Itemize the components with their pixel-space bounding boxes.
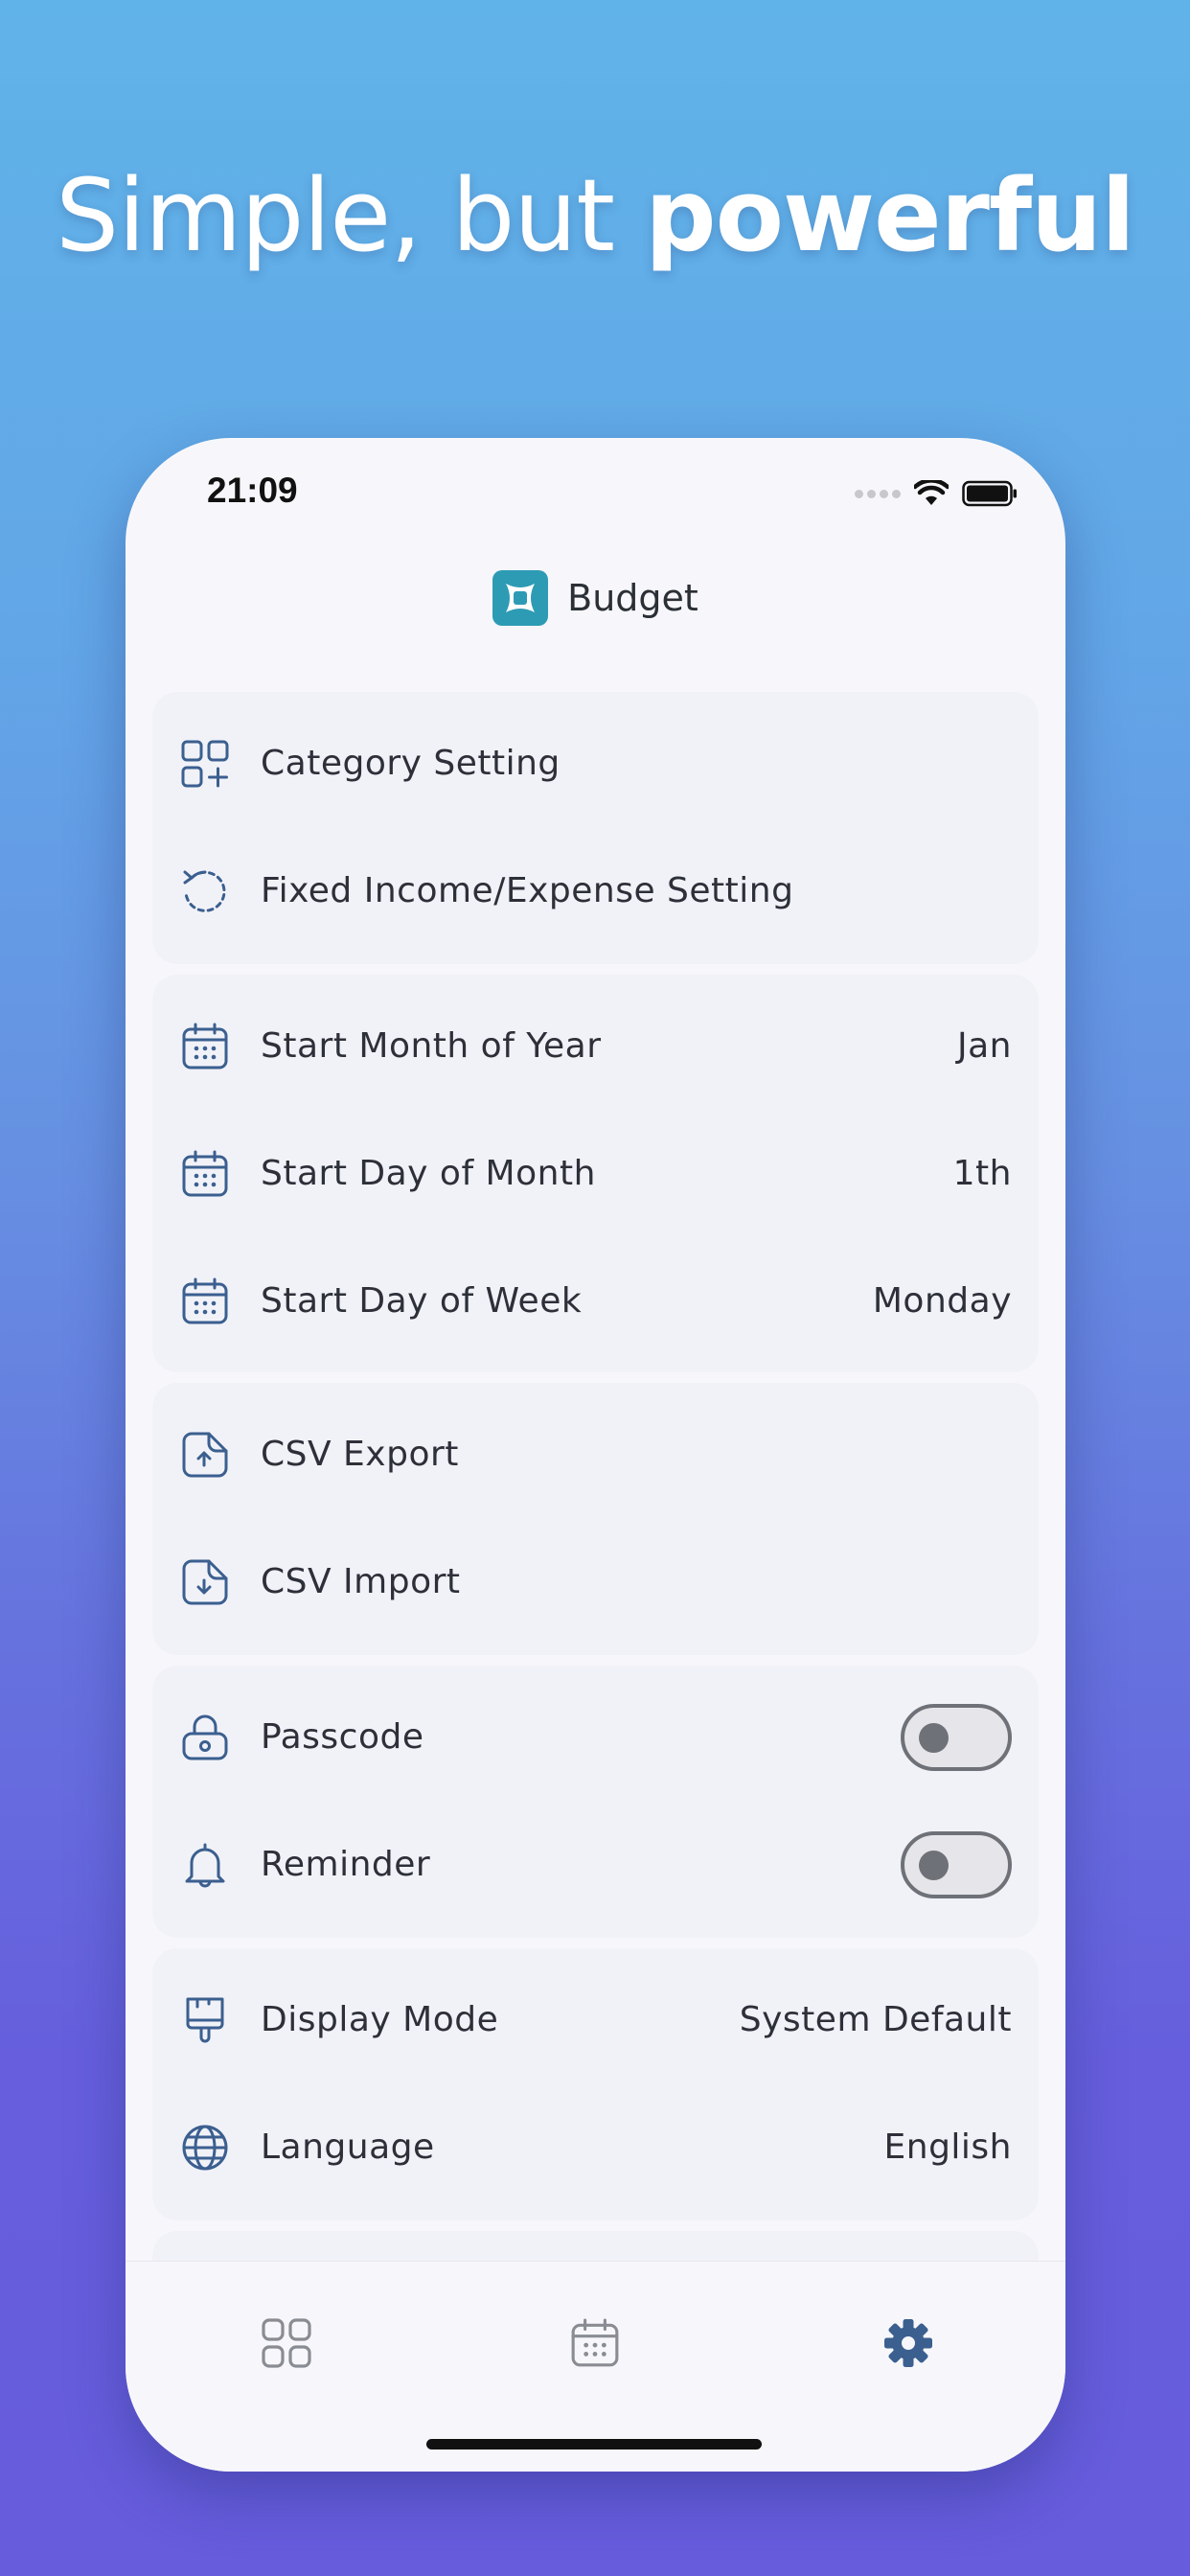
row-fixed-income-expense[interactable]: Fixed Income/Expense Setting xyxy=(152,827,1039,954)
card-security: Passcode Reminder xyxy=(152,1666,1039,1938)
row-label: Display Mode xyxy=(261,2000,499,2039)
card-general: Category Setting Fixed Income/Expense Se… xyxy=(152,692,1039,964)
row-category-setting[interactable]: Category Setting xyxy=(152,700,1039,827)
calendar-icon xyxy=(179,1021,231,1072)
row-value: English xyxy=(883,2128,1012,2167)
battery-icon xyxy=(962,480,1017,507)
row-label: Reminder xyxy=(261,1845,431,1884)
row-label: CSV Export xyxy=(261,1435,459,1474)
app-header: Budget xyxy=(126,570,1065,626)
row-start-month-of-year[interactable]: Start Month of Year Jan xyxy=(152,982,1039,1110)
row-label: CSV Import xyxy=(261,1562,461,1601)
card-dates: Start Month of Year Jan Start Day of Mon… xyxy=(152,975,1039,1372)
tab-dashboard[interactable] xyxy=(253,2310,320,2377)
row-start-day-of-week[interactable]: Start Day of Week Monday xyxy=(152,1237,1039,1365)
toggle-knob xyxy=(919,1850,949,1880)
row-label: Category Setting xyxy=(261,744,561,783)
headline-regular: Simple, but xyxy=(56,157,646,274)
tab-calendar[interactable] xyxy=(561,2310,629,2377)
row-language[interactable]: Language English xyxy=(152,2083,1039,2211)
calendar-icon xyxy=(179,1276,231,1327)
row-label: Start Day of Week xyxy=(261,1281,583,1321)
calendar-icon xyxy=(571,2318,619,2367)
refresh-icon xyxy=(179,865,231,917)
card-display: Display Mode System Default Language Eng… xyxy=(152,1948,1039,2220)
toggle-knob xyxy=(919,1722,949,1753)
cellular-signal-icon xyxy=(855,489,901,498)
bell-icon xyxy=(179,1839,231,1891)
budget-logo-icon xyxy=(492,570,549,626)
row-label: Language xyxy=(261,2128,435,2167)
headline: Simple, but powerful xyxy=(0,158,1190,273)
row-start-day-of-month[interactable]: Start Day of Month 1th xyxy=(152,1110,1039,1237)
row-reminder: Reminder xyxy=(152,1801,1039,1928)
row-csv-export[interactable]: CSV Export xyxy=(152,1391,1039,1518)
brush-icon xyxy=(179,1994,231,2046)
status-time: 21:09 xyxy=(207,471,298,510)
gear-icon xyxy=(884,2319,932,2367)
tab-settings[interactable] xyxy=(875,2310,942,2377)
globe-icon xyxy=(179,2122,231,2174)
reminder-toggle[interactable] xyxy=(901,1830,1012,1898)
row-value: Monday xyxy=(872,1281,1012,1321)
category-grid-icon xyxy=(179,738,231,790)
row-label: Fixed Income/Expense Setting xyxy=(261,871,794,910)
passcode-toggle[interactable] xyxy=(901,1703,1012,1771)
row-csv-import[interactable]: CSV Import xyxy=(152,1518,1039,1645)
headline-bold: powerful xyxy=(645,157,1135,274)
row-value: System Default xyxy=(739,2000,1012,2039)
row-passcode: Passcode xyxy=(152,1673,1039,1801)
app-title: Budget xyxy=(567,577,698,619)
calendar-icon xyxy=(179,1148,231,1200)
phone-screen: 21:09 Budget Category Setting Fixed Inco… xyxy=(126,438,1065,2472)
file-download-icon xyxy=(179,1556,231,1608)
wifi-icon xyxy=(914,480,949,505)
file-upload-icon xyxy=(179,1429,231,1481)
row-value: 1th xyxy=(952,1154,1012,1193)
row-label: Start Day of Month xyxy=(261,1154,596,1193)
row-display-mode[interactable]: Display Mode System Default xyxy=(152,1956,1039,2083)
status-icons xyxy=(855,474,1018,513)
home-indicator xyxy=(426,2439,762,2450)
card-csv: CSV Export CSV Import xyxy=(152,1383,1039,1655)
row-label: Passcode xyxy=(261,1717,424,1757)
grid-icon xyxy=(262,2318,311,2368)
row-value: Jan xyxy=(957,1026,1012,1066)
lock-icon xyxy=(179,1712,231,1763)
row-label: Start Month of Year xyxy=(261,1026,602,1066)
